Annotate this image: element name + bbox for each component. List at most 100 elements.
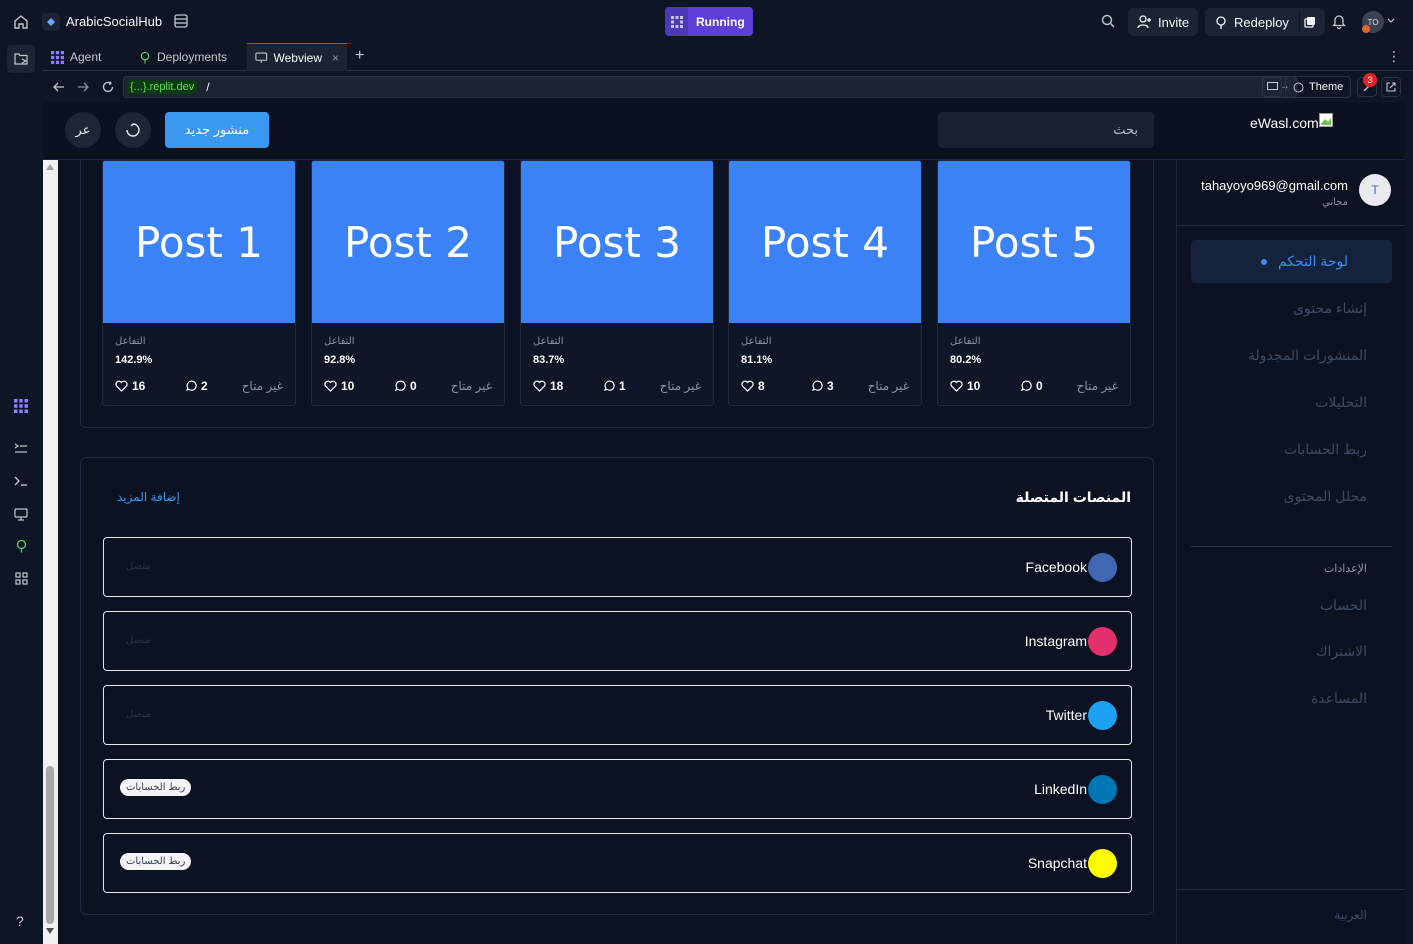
scroll-down-icon[interactable] — [46, 928, 54, 934]
post-card[interactable]: Post 4 التفاعل 81.1% 8 3 غير متاح — [728, 160, 922, 406]
invite-label: Invite — [1158, 14, 1190, 30]
connect-accounts-button[interactable]: ربط الحسابات — [120, 853, 192, 870]
redeploy-button[interactable]: Redeploy — [1205, 8, 1325, 36]
page-scrollbar[interactable] — [43, 160, 58, 944]
tab-webview[interactable]: Webview × — [247, 43, 347, 71]
platform-row-snapchat[interactable]: Snapchat ربط الحسابات — [103, 833, 1132, 893]
list-tasks-icon[interactable] — [12, 440, 30, 458]
comment-icon — [394, 380, 406, 392]
webview-icon[interactable] — [12, 505, 30, 523]
engagement-value: 92.8% — [324, 354, 356, 366]
platform-row-twitter[interactable]: Twitter متصل — [103, 685, 1132, 745]
url-bar: {...}.replit.dev / → Theme 3 — [43, 72, 1413, 102]
back-arrow-icon[interactable] — [51, 79, 67, 95]
help-icon[interactable]: ? — [16, 913, 24, 929]
post-card[interactable]: Post 1 التفاعل 142.9% 16 2 غير متاح — [102, 160, 296, 406]
user-plan: مجاني — [1322, 197, 1348, 208]
run-status-button[interactable]: Running — [665, 7, 753, 36]
search-input[interactable]: بحث — [938, 112, 1154, 148]
layout-icon[interactable] — [172, 12, 190, 30]
nav-item-content-analyzer[interactable]: محلل المحتوى — [1284, 488, 1367, 505]
nav-item-analytics[interactable]: التحليلات — [1315, 394, 1367, 411]
open-deployment-icon[interactable] — [1298, 11, 1321, 33]
nav-item-account[interactable]: الحساب — [1320, 597, 1367, 614]
language-toggle-button[interactable]: عر — [65, 112, 101, 148]
post-status: غير متاح — [241, 379, 283, 393]
comment-icon — [811, 380, 823, 392]
invite-button[interactable]: Invite — [1128, 8, 1199, 36]
post-status: غير متاح — [1076, 379, 1118, 393]
nav-item-help[interactable]: المساعدة — [1311, 690, 1367, 707]
device-icon[interactable] — [1262, 77, 1282, 97]
theme-toggle-icon[interactable] — [115, 112, 151, 148]
comment-icon — [1020, 380, 1032, 392]
bell-icon[interactable] — [1330, 12, 1348, 30]
broken-image-icon — [1318, 113, 1333, 127]
project-name[interactable]: ArabicSocialHub — [66, 14, 162, 29]
theme-button[interactable]: Theme — [1285, 76, 1352, 98]
scroll-up-icon[interactable] — [46, 164, 54, 170]
post-card[interactable]: Post 2 التفاعل 92.8% 10 0 غير متاح — [311, 160, 505, 406]
platform-name: Twitter — [1045, 707, 1087, 723]
nav-item-subscription[interactable]: الاشتراك — [1316, 643, 1367, 660]
connection-status: متصل — [126, 709, 151, 720]
engagement-value: 142.9% — [115, 354, 153, 366]
nav-item-connect-accounts[interactable]: ربط الحسابات — [1284, 441, 1367, 458]
connection-status: متصل — [126, 561, 151, 572]
divider — [1177, 225, 1405, 226]
deployments-icon — [140, 51, 150, 63]
deployments-icon[interactable] — [12, 537, 30, 555]
language-selector[interactable]: العربية — [1334, 908, 1367, 922]
scroll-thumb[interactable] — [46, 766, 54, 924]
platform-name: Instagram — [1024, 633, 1087, 649]
add-user-icon — [1137, 15, 1151, 29]
open-new-window-icon[interactable] — [1381, 77, 1401, 97]
more-options-icon[interactable]: ⋮ — [1387, 48, 1401, 65]
chevron-down-icon[interactable] — [1386, 15, 1396, 27]
engagement-label: التفاعل — [950, 336, 981, 347]
platform-row-instagram[interactable]: Instagram متصل — [103, 611, 1132, 671]
close-tab-icon[interactable]: × — [332, 51, 339, 65]
post-status: غير متاح — [867, 379, 909, 393]
logo-text: eWasl.com — [1250, 115, 1319, 131]
reload-icon[interactable] — [100, 79, 116, 95]
platform-row-facebook[interactable]: Facebook متصل — [103, 537, 1132, 597]
agent-icon[interactable] — [12, 397, 30, 415]
add-more-link[interactable]: إضافة المزيد — [117, 490, 180, 504]
post-card[interactable]: Post 5 التفاعل 80.2% 10 0 غير متاح — [937, 160, 1131, 406]
comments-value: 0 — [410, 379, 417, 393]
nav-item-create-content[interactable]: إنشاء محتوى — [1293, 300, 1367, 317]
engagement-value: 81.1% — [741, 354, 773, 366]
run-status-label: Running — [688, 7, 753, 36]
workspace-topbar: ArabicSocialHub Running Invite Redeploy … — [0, 0, 1413, 43]
avatar-status-dot — [1362, 25, 1370, 33]
engagement-value: 80.2% — [950, 354, 982, 366]
snapchat-icon — [1088, 849, 1117, 878]
engagement-label: التفاعل — [115, 336, 146, 347]
tab-label: Agent — [70, 50, 102, 64]
forward-arrow-icon[interactable] — [75, 79, 91, 95]
all-tools-icon[interactable] — [12, 569, 30, 587]
tab-deployments[interactable]: Deployments — [131, 43, 251, 71]
url-input[interactable]: {...}.replit.dev / → — [123, 76, 1297, 98]
nav-item-dashboard[interactable]: لوحة التحكم — [1191, 240, 1392, 283]
search-icon[interactable] — [1099, 12, 1117, 30]
new-post-button[interactable]: منشور جديد — [165, 112, 269, 148]
connect-accounts-button[interactable]: ربط الحسابات — [120, 779, 192, 796]
nav-item-scheduled-posts[interactable]: المنشورات المجدولة — [1248, 347, 1367, 364]
likes-value: 10 — [967, 379, 981, 393]
tab-agent[interactable]: Agent — [43, 43, 140, 71]
user-avatar[interactable]: T — [1359, 174, 1391, 206]
terminal-icon[interactable] — [12, 472, 30, 490]
engagement-label: التفاعل — [533, 336, 564, 347]
comments-count: 3 — [811, 379, 834, 393]
platform-row-linkedin[interactable]: LinkedIn ربط الحسابات — [103, 759, 1132, 819]
post-card[interactable]: Post 3 التفاعل 83.7% 18 1 غير متاح — [520, 160, 714, 406]
post-image: Post 3 — [521, 161, 713, 323]
facebook-icon — [1088, 553, 1117, 582]
app-logo[interactable]: eWasl.com — [1250, 113, 1333, 131]
new-tab-icon[interactable]: + — [355, 47, 364, 65]
file-tree-icon[interactable] — [7, 45, 35, 73]
comment-icon — [185, 380, 197, 392]
home-icon[interactable] — [10, 11, 32, 33]
